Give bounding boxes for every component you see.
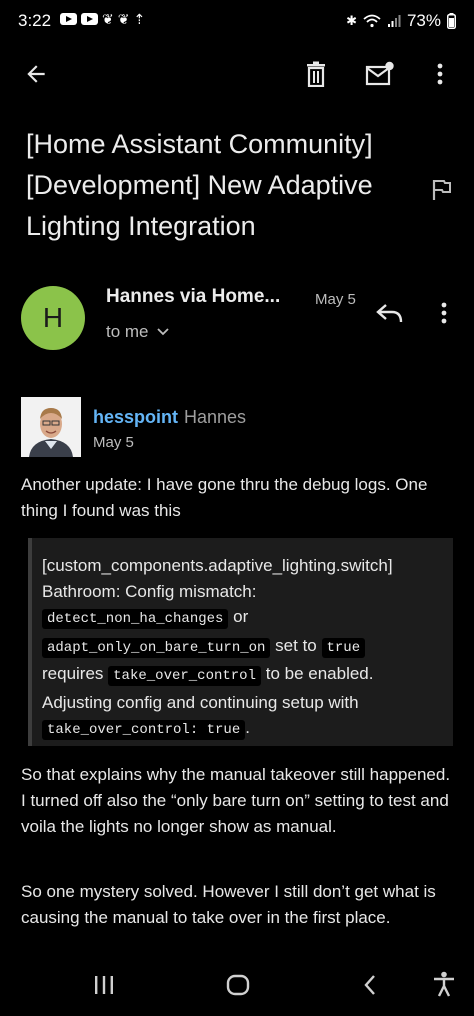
status-time: 3:22 xyxy=(18,11,52,30)
quote-line: [custom_components.adaptive_lighting.swi… xyxy=(42,556,393,575)
email-subject: [Home Assistant Community] [Development]… xyxy=(26,129,373,241)
inline-code: take_over_control xyxy=(108,666,261,686)
post-paragraph: So that explains why the manual takeover… xyxy=(21,765,451,836)
recent-apps-button[interactable] xyxy=(84,966,124,1004)
post-date: May 5 xyxy=(93,434,134,451)
recent-apps-icon xyxy=(95,976,113,994)
system-navigation-bar xyxy=(0,954,474,1016)
more-vert-icon xyxy=(437,63,443,85)
profile-photo-icon xyxy=(21,397,81,457)
quote-line: Bathroom: Config mismatch: xyxy=(42,581,257,601)
back-button[interactable] xyxy=(18,56,54,92)
report-button[interactable] xyxy=(428,176,456,204)
quote-line: Adjusting config and continuing setup wi… xyxy=(42,692,359,712)
status-bar: 3:22 ❦ ❦ ⇡ ✱ 73% xyxy=(0,0,474,42)
reply-button[interactable] xyxy=(372,297,408,329)
trash-icon xyxy=(307,61,325,87)
sender-name[interactable]: Hannes via Home... xyxy=(106,286,280,308)
signal-icon xyxy=(387,15,401,27)
quote-text: set to xyxy=(275,635,317,655)
recipient-label: to me xyxy=(106,322,149,341)
delete-button[interactable] xyxy=(298,56,334,92)
more-vert-icon xyxy=(441,302,447,324)
post-author-avatar[interactable] xyxy=(21,397,81,457)
youtube-icon xyxy=(81,13,98,25)
flag-icon xyxy=(432,180,451,200)
quote-line: detect_non_ha_changes or xyxy=(42,604,443,633)
quote-text: requires xyxy=(42,664,104,683)
top-app-bar xyxy=(0,46,474,106)
sender-initial: H xyxy=(42,302,64,333)
app-notification-icon: ❦ xyxy=(102,11,114,27)
post-paragraph: So one mystery solved. However I still d… xyxy=(21,882,436,927)
inline-code: detect_non_ha_changes xyxy=(42,609,229,629)
status-right: ✱ 73% xyxy=(346,11,456,31)
inline-code: adapt_only_on_bare_turn_on xyxy=(42,637,271,658)
quote-text: or xyxy=(233,607,249,626)
quote-line: requires take_over_control to be enabled… xyxy=(42,661,443,690)
notification-icons: ❦ ❦ ⇡ xyxy=(60,12,145,26)
quote-text: to be enabled. xyxy=(265,664,374,683)
email-date: May 5 xyxy=(315,291,356,308)
mark-unread-button[interactable] xyxy=(360,56,400,92)
inline-code: take_over_control: true xyxy=(42,720,246,740)
app-notification-icon: ❦ xyxy=(117,11,130,27)
quote-line: adapt_only_on_bare_turn_on set to true xyxy=(42,633,443,662)
reply-icon xyxy=(376,304,403,323)
battery-icon xyxy=(447,13,456,29)
home-button[interactable] xyxy=(218,966,258,1004)
log-quote-block: [custom_components.adaptive_lighting.swi… xyxy=(28,538,453,746)
recipient-details-toggle[interactable]: to me xyxy=(106,322,169,342)
post-display-name: Hannes xyxy=(184,407,247,427)
home-icon xyxy=(226,974,250,996)
post-author: hesspoint Hannes xyxy=(93,407,246,428)
quote-line: take_over_control: true. xyxy=(42,715,443,744)
system-back-button[interactable] xyxy=(352,966,388,1004)
youtube-icon xyxy=(60,13,77,25)
post-username[interactable]: hesspoint xyxy=(93,407,178,427)
accessibility-icon xyxy=(434,971,454,997)
post-paragraph: Another update: I have gone thru the deb… xyxy=(21,475,428,520)
message-more-button[interactable] xyxy=(428,297,460,329)
arrow-back-icon xyxy=(27,65,45,83)
sender-avatar[interactable]: H xyxy=(21,286,85,350)
inline-code: true xyxy=(321,637,366,658)
more-options-button[interactable] xyxy=(422,56,458,92)
mail-unread-icon xyxy=(365,61,394,86)
chevron-left-icon xyxy=(364,975,375,995)
bluetooth-icon: ✱ xyxy=(346,13,357,28)
download-icon: ⇡ xyxy=(133,11,146,27)
quote-text: . xyxy=(245,718,250,737)
accessibility-button[interactable] xyxy=(424,964,464,1004)
chevron-down-icon xyxy=(156,328,169,336)
wifi-icon xyxy=(363,14,381,28)
battery-level: 73% xyxy=(406,11,441,30)
